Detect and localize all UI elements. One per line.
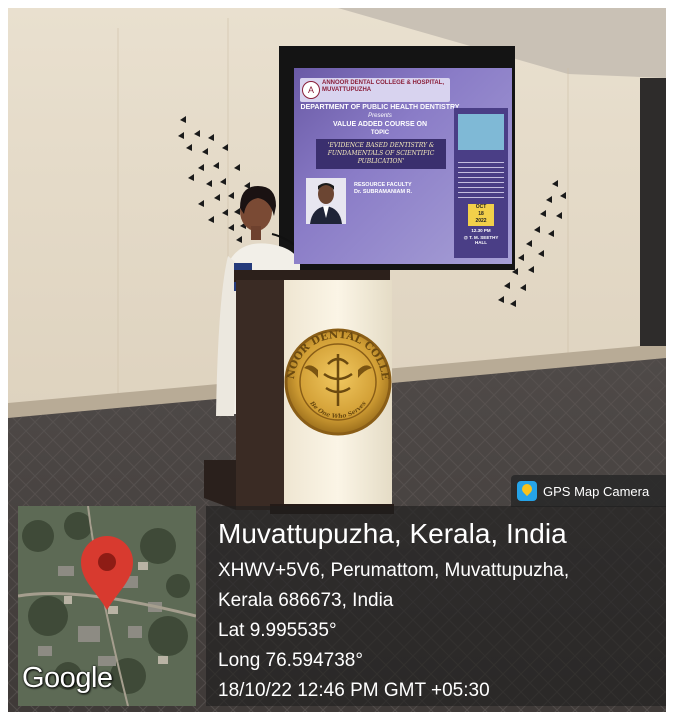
slide-date-badge: OCT 18 2022 xyxy=(468,204,494,226)
slide-presents: Presents xyxy=(368,113,392,119)
app-name-label: GPS Map Camera xyxy=(543,483,650,499)
slide-side-image xyxy=(458,114,504,150)
slide-resource-name: Dr. SUBRAMANIAM R. xyxy=(354,189,413,195)
google-wordmark: Google xyxy=(22,662,113,694)
slide-date-year: 2022 xyxy=(475,218,487,224)
slide-college-name: ANNOOR DENTAL COLLEGE & HOSPITAL, MUVATT… xyxy=(322,80,445,93)
gps-map-camera-badge: GPS Map Camera xyxy=(511,475,666,507)
presentation-slide: A ANNOOR DENTAL COLLEGE & HOSPITAL, MUVA… xyxy=(294,68,512,264)
slide-department: DEPARTMENT OF PUBLIC HEALTH DENTISTRY xyxy=(300,104,460,111)
satellite-map-thumbnail: Google xyxy=(18,506,196,706)
slide-resource-label: RESOURCE FACULTY xyxy=(354,182,412,188)
slide-time: 12.30 PM xyxy=(471,228,491,233)
location-city: Muvattupuzha, Kerala, India xyxy=(218,518,567,549)
gps-map-camera-icon xyxy=(517,481,537,501)
photo-frame: A ANNOOR DENTAL COLLEGE & HOSPITAL, MUVA… xyxy=(0,0,674,719)
location-address-line1: XHWV+5V6, Perumattom, Muvattupuzha, xyxy=(218,560,570,581)
location-info-panel: Muvattupuzha, Kerala, India XHWV+5V6, Pe… xyxy=(206,506,666,706)
emblem-motto-text: Be One Who Serves xyxy=(308,399,368,420)
emblem-college-text: ANNOOR DENTAL COLLEGE xyxy=(278,322,391,381)
location-longitude: Long 76.594738° xyxy=(218,650,363,671)
slide-venue: @ T. M. SEETHY HALL xyxy=(463,235,499,245)
college-logo-icon: A xyxy=(302,81,320,99)
slide-date-month: OCT xyxy=(475,204,487,210)
slide-date-day: 18 xyxy=(478,211,484,217)
location-address-line2: Kerala 686673, India xyxy=(218,590,394,611)
slide-course-title: VALUE ADDED COURSE ON xyxy=(332,121,428,128)
speaker-portrait xyxy=(306,178,346,224)
location-latitude: Lat 9.995535° xyxy=(218,620,337,641)
slide-topic-label: TOPIC xyxy=(370,130,390,136)
location-datetime: 18/10/22 12:46 PM GMT +05:30 xyxy=(218,680,490,701)
emblem-lettering: ANNOOR DENTAL COLLEGE Be One Who Serves xyxy=(278,322,391,420)
slide-topic: 'EVIDENCE BASED DENTISTRY & FUNDAMENTALS… xyxy=(316,139,446,169)
slide-side-bullets xyxy=(458,162,504,202)
